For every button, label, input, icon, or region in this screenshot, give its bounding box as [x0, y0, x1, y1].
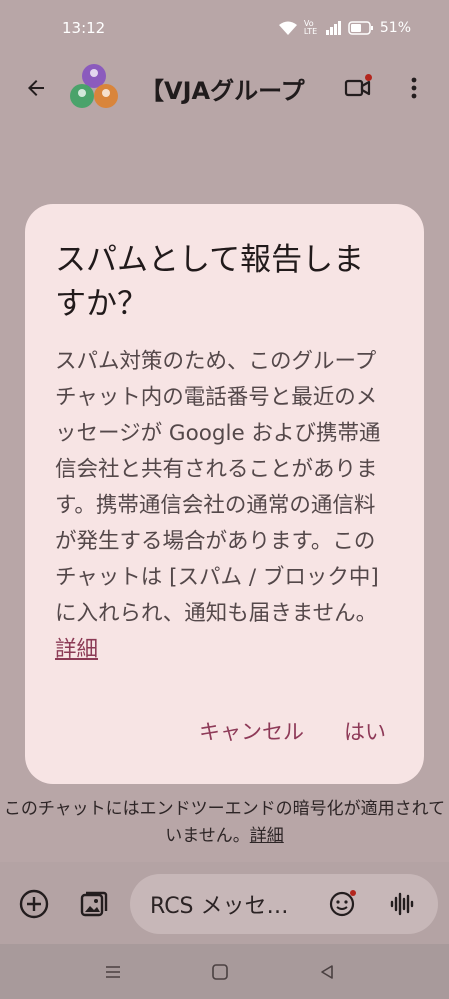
- battery-percent: 51%: [379, 20, 411, 36]
- encryption-notice: このチャットにはエンドツーエンドの暗号化が適用されていません。詳細: [0, 796, 449, 850]
- app-bar: 【VJAグループ: [0, 56, 449, 120]
- more-options-button[interactable]: [394, 68, 434, 108]
- status-icons: Vo LTE 51%: [278, 20, 411, 36]
- gallery-icon: [80, 891, 108, 917]
- signal-icon: [325, 21, 342, 35]
- encryption-details-link[interactable]: 詳細: [250, 826, 284, 846]
- video-call-button[interactable]: [338, 68, 378, 108]
- dialog-title: スパムとして報告しますか？: [55, 242, 365, 322]
- dialog-details-link[interactable]: 詳細: [55, 637, 98, 662]
- emoji-notification-dot: [350, 890, 356, 896]
- arrow-left-icon: [28, 80, 44, 96]
- status-bar: 13:12 Vo LTE 51%: [0, 0, 449, 56]
- add-attachment-button[interactable]: [14, 884, 54, 924]
- dialog-actions: キャンセル はい: [25, 709, 424, 753]
- dialog-body-text: スパム対策のため、このグループ チャット内の電話番号と最近のメッセージが Goo…: [55, 349, 381, 626]
- recents-button[interactable]: [97, 956, 129, 988]
- encryption-notice-text: このチャットにはエンドツーエンドの暗号化が適用されていません。: [3, 799, 446, 846]
- volte-label: Vo LTE: [303, 19, 318, 36]
- menu-icon: [106, 966, 120, 978]
- battery-icon: [348, 21, 374, 35]
- confirm-button[interactable]: はい: [344, 716, 386, 746]
- message-input-container[interactable]: RCS メッセージ: [130, 874, 438, 934]
- system-nav-bar: [0, 944, 449, 999]
- back-button[interactable]: [16, 68, 56, 108]
- wifi-icon: [278, 20, 298, 36]
- add-circle-icon: [19, 889, 49, 919]
- back-icon: [321, 965, 333, 979]
- dialog-body: スパム対策のため、このグループ チャット内の電話番号と最近のメッセージが Goo…: [55, 344, 394, 668]
- home-button[interactable]: [204, 956, 236, 988]
- status-time: 13:12: [62, 19, 106, 37]
- more-vert-icon: [411, 77, 417, 99]
- cancel-button[interactable]: キャンセル: [199, 716, 304, 746]
- chat-title[interactable]: 【VJAグループ: [140, 71, 310, 106]
- emoji-button[interactable]: [326, 888, 358, 920]
- compose-bar: RCS メッセージ: [0, 862, 449, 944]
- home-icon: [212, 964, 228, 980]
- notification-dot: [365, 74, 372, 81]
- voice-waveform-icon: [390, 892, 414, 916]
- group-avatar[interactable]: [70, 64, 118, 112]
- gallery-button[interactable]: [74, 884, 114, 924]
- message-input[interactable]: RCS メッセージ: [150, 888, 310, 920]
- voice-message-button[interactable]: [386, 888, 418, 920]
- report-spam-dialog: スパムとして報告しますか？ スパム対策のため、このグループ チャット内の電話番号…: [25, 204, 424, 784]
- nav-back-button[interactable]: [311, 956, 343, 988]
